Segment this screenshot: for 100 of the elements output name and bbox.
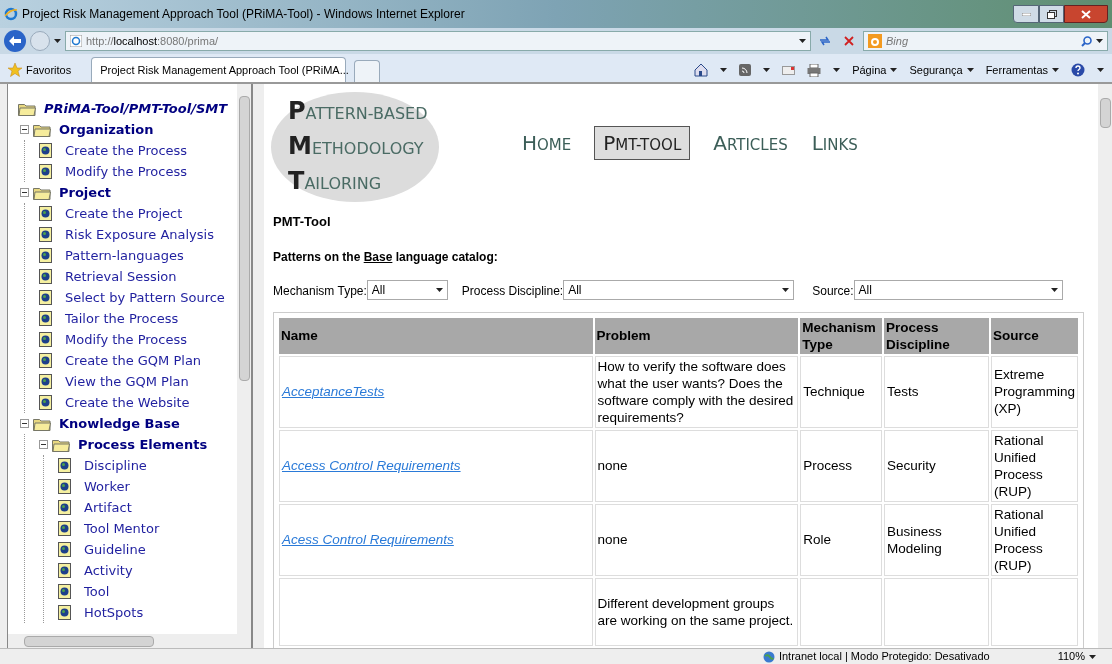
- page-icon: [39, 248, 53, 263]
- collapse-icon[interactable]: [20, 125, 29, 134]
- nav-link[interactable]: ARTICLES: [712, 127, 789, 159]
- maximize-button[interactable]: [1039, 5, 1064, 23]
- caret-icon[interactable]: [1052, 68, 1059, 72]
- page-icon: [70, 35, 82, 47]
- tree-item[interactable]: Activity: [84, 560, 133, 581]
- vertical-scrollbar[interactable]: [237, 84, 251, 634]
- tree-item[interactable]: Risk Exposure Analysis: [65, 224, 214, 245]
- dropdown-field[interactable]: All: [366, 279, 448, 300]
- tree-item[interactable]: Organization: [59, 119, 154, 140]
- dropdown-field[interactable]: All: [853, 279, 1063, 300]
- stop-icon: [844, 36, 854, 46]
- page-icon: [58, 542, 72, 557]
- tree-item[interactable]: Create the Project: [65, 203, 183, 224]
- table-cell: How to verify the software does what the user wants? Does the software comply with the desired requirements?: [594, 355, 799, 428]
- horizontal-scrollbar[interactable]: [8, 634, 251, 648]
- minimize-icon: [1021, 12, 1031, 16]
- folder-icon: [33, 416, 51, 431]
- caret-icon[interactable]: [435, 287, 443, 292]
- tree-item[interactable]: Modify the Process: [65, 329, 187, 350]
- tree-item[interactable]: Tool Mentor: [84, 518, 160, 539]
- minimize-button[interactable]: [1013, 5, 1039, 23]
- page-icon: [58, 500, 72, 515]
- search-field[interactable]: Bing: [863, 31, 1108, 51]
- caret-icon[interactable]: [1050, 287, 1058, 292]
- tree-item[interactable]: Project: [59, 182, 112, 203]
- feed-icon[interactable]: [739, 64, 752, 76]
- tree-item[interactable]: Pattern-languages: [65, 245, 184, 266]
- tree-item[interactable]: Discipline: [84, 455, 147, 476]
- dropdown-field[interactable]: All: [563, 279, 795, 300]
- home-icon[interactable]: [694, 63, 709, 77]
- page-icon: [39, 164, 53, 179]
- page-icon: [39, 332, 53, 347]
- pattern-link-cell[interactable]: AcceptanceTests: [279, 355, 593, 428]
- help-icon[interactable]: [1071, 63, 1085, 77]
- search-icon[interactable]: [1081, 35, 1092, 47]
- zoom-button[interactable]: 110%: [1057, 648, 1096, 664]
- caret-icon[interactable]: [1097, 68, 1104, 72]
- pattern-link-cell[interactable]: Access Control Requirements: [279, 429, 593, 502]
- tree-item[interactable]: Tool: [84, 581, 110, 602]
- caret-icon[interactable]: [833, 68, 841, 72]
- nav-link[interactable]: HOME: [521, 127, 573, 159]
- table-cell: Role: [800, 503, 882, 576]
- tree-item[interactable]: Create the Process: [65, 140, 188, 161]
- address-field[interactable]: http://localhost:8080/prima/: [65, 31, 811, 51]
- caret-icon[interactable]: [966, 68, 974, 72]
- tree-item[interactable]: Create the Website: [65, 392, 190, 413]
- nav-link[interactable]: PMT-TOOL: [594, 126, 691, 160]
- pattern-link-cell[interactable]: Acess Control Requirements: [279, 503, 593, 576]
- page-icon: [58, 605, 72, 620]
- refresh-icon: [819, 36, 831, 46]
- mail-icon[interactable]: [782, 65, 796, 75]
- command-menu[interactable]: Ferramentas: [985, 61, 1059, 79]
- tree-item[interactable]: Process Elements: [78, 434, 208, 455]
- tree-item[interactable]: Create the GQM Plan: [65, 350, 202, 371]
- caret-icon[interactable]: [720, 68, 728, 72]
- tree-item[interactable]: Retrieval Session: [65, 266, 177, 287]
- caret-icon[interactable]: [890, 68, 898, 72]
- page-icon: [39, 206, 53, 221]
- tree-item[interactable]: Tailor the Process: [65, 308, 179, 329]
- collapse-icon[interactable]: [20, 188, 29, 197]
- caret-icon[interactable]: [1089, 654, 1096, 659]
- command-menu[interactable]: Segurança: [909, 61, 974, 79]
- vertical-scrollbar[interactable]: [1098, 84, 1112, 648]
- favorites-button[interactable]: Favoritos: [8, 58, 72, 82]
- caret-icon[interactable]: [799, 39, 806, 43]
- collapse-icon[interactable]: [39, 440, 48, 449]
- tree-item[interactable]: Select by Pattern Source: [65, 287, 225, 308]
- tree-item[interactable]: HotSpots: [84, 602, 144, 623]
- column-header: Source: [990, 317, 1078, 354]
- table-cell: Tests: [884, 355, 989, 428]
- browser-icon: [4, 7, 18, 21]
- browser-tab[interactable]: Project Risk Management Approach Tool (PRiMA...: [91, 57, 347, 82]
- close-button[interactable]: [1064, 5, 1108, 23]
- tree-item[interactable]: PRiMA-Tool/PMT-Tool/SMT: [44, 98, 228, 119]
- page-icon: [58, 584, 72, 599]
- tree-item[interactable]: Knowledge Base: [59, 413, 180, 434]
- collapse-icon[interactable]: [20, 419, 29, 428]
- globe-icon: [762, 650, 775, 663]
- tree-item[interactable]: Artifact: [84, 497, 132, 518]
- caret-icon[interactable]: [782, 287, 790, 292]
- tree-item[interactable]: View the GQM Plan: [65, 371, 189, 392]
- tree-item[interactable]: Worker: [84, 476, 130, 497]
- restore-icon: [1046, 9, 1057, 19]
- page-icon: [39, 374, 53, 389]
- tree-item[interactable]: Guideline: [84, 539, 146, 560]
- page-icon: [39, 269, 53, 284]
- command-menu[interactable]: Página: [852, 61, 898, 79]
- page-icon: [58, 479, 72, 494]
- tree-item[interactable]: Modify the Process: [65, 161, 187, 182]
- caret-icon[interactable]: [763, 68, 771, 72]
- printer-icon[interactable]: [807, 63, 822, 77]
- nav-link[interactable]: LINKS: [810, 127, 859, 159]
- table-cell: Technique: [800, 355, 882, 428]
- caret-icon[interactable]: [1096, 39, 1103, 43]
- folder-icon: [33, 122, 51, 137]
- caret-icon[interactable]: [54, 39, 61, 43]
- window-title: Project Risk Management Approach Tool (PRiMA-Tool) - Windows Internet Explorer: [22, 6, 466, 23]
- back-button[interactable]: [4, 30, 26, 52]
